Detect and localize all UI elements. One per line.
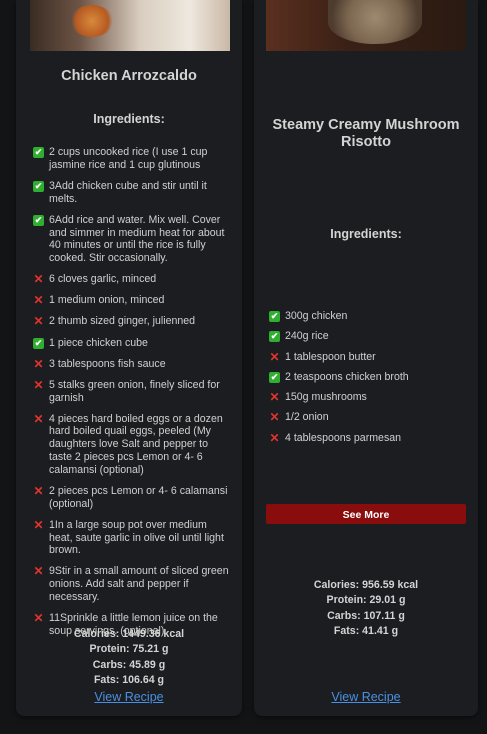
recipe-card: Chicken Arrozcaldo Ingredients: ✔ 2 cups … xyxy=(16,0,242,716)
fats-text: Fats: 41.41 g xyxy=(333,624,399,637)
ingredient-text: 2 thumb sized ginger, julienned xyxy=(49,315,196,328)
recipe-image xyxy=(266,0,466,51)
ingredient-text: 2 cups uncooked rice (I use 1 cup jasmin… xyxy=(49,146,208,171)
ingredient-item: ✕ 1/2 onion xyxy=(269,411,469,424)
ingredient-item: ✕ 4 tablespoons parmesan xyxy=(269,432,469,445)
recipe-title: Chicken Arrozcaldo xyxy=(61,68,197,84)
ingredients-list: ✔ 2 cups uncooked rice (I use 1 cup jasmi… xyxy=(33,146,233,646)
see-more-button[interactable]: See More xyxy=(266,504,466,524)
ingredient-text: 300g chicken xyxy=(285,310,348,322)
ingredient-item: ✔ 300g chicken xyxy=(269,310,469,323)
checkmark-icon: ✔ xyxy=(269,311,280,322)
cross-icon: ✕ xyxy=(33,611,44,626)
checkmark-icon: ✔ xyxy=(269,371,280,383)
ingredient-text: 4 pieces hard boiled eggs or a dozen har… xyxy=(49,412,223,476)
cross-icon: ✕ xyxy=(269,410,280,425)
protein-text: Protein: 29.01 g xyxy=(326,594,406,607)
ingredient-item: ✕ 4 pieces hard boiled eggs or a dozen ha… xyxy=(33,413,233,477)
ingredient-text: 4 tablespoons parmesan xyxy=(285,431,402,444)
ingredient-text: 1 tablespoon butter xyxy=(285,350,376,363)
carbs-text: Carbs: 107.11 g xyxy=(327,609,405,622)
ingredient-item: ✕ 9Stir in a small amount of sliced green… xyxy=(33,565,233,603)
ingredient-item: ✕ 150g mushrooms xyxy=(269,391,469,404)
ingredient-text: 1 piece chicken cube xyxy=(49,336,148,349)
ingredient-text: 6Add rice and water. Mix well. Cover and… xyxy=(49,213,225,265)
ingredient-item: ✔ 6Add rice and water. Mix well. Cover an… xyxy=(33,214,233,265)
calories-text: Calories: 956.59 kcal xyxy=(313,579,419,591)
ingredient-item: ✕ 5 stalks green onion, finely sliced for… xyxy=(33,379,233,405)
cross-icon: ✕ xyxy=(33,411,44,426)
ingredient-text: 150g mushrooms xyxy=(285,391,367,404)
ingredient-text: 3Add chicken cube and stir until it melt… xyxy=(49,179,207,205)
ingredient-text: 2 teaspoons chicken broth xyxy=(285,370,409,383)
ingredient-text: 6 cloves garlic, minced xyxy=(49,273,157,286)
ingredient-item: ✕ 1 medium onion, minced xyxy=(33,294,233,307)
ingredient-text: 1 medium onion, minced xyxy=(49,294,165,307)
ingredient-text: 2 pieces pcs Lemon or 4- 6 calamansi (op… xyxy=(49,484,228,510)
cross-icon: ✕ xyxy=(33,377,44,392)
ingredient-item: ✕ 2 pieces pcs Lemon or 4- 6 calamansi (o… xyxy=(33,485,233,511)
nutrition-facts: Calories: 1449.36 kcal Protein: 75.21 g … xyxy=(16,627,242,688)
cross-icon: ✕ xyxy=(33,272,44,287)
ingredient-item: ✕ 3 tablespoons fish sauce xyxy=(33,358,233,371)
view-recipe-link[interactable]: View Recipe xyxy=(254,690,478,704)
ingredient-item: ✔ 240g rice xyxy=(269,330,469,343)
ingredient-item: ✕ 1 tablespoon butter xyxy=(269,351,469,364)
cross-icon: ✕ xyxy=(33,356,44,371)
fats-text: Fats: 106.64 g xyxy=(93,673,165,686)
cross-icon: ✕ xyxy=(33,517,44,532)
ingredient-item: ✔ 1 piece chicken cube xyxy=(33,337,233,350)
ingredients-list: ✔ 300g chicken ✔ 240g rice ✕ 1 tablespoon but… xyxy=(269,310,469,452)
carbs-text: Carbs: 45.89 g xyxy=(92,658,166,671)
ingredient-text: 1In a large soup pot over medium heat, s… xyxy=(49,518,224,557)
ingredient-text: 3 tablespoons fish sauce xyxy=(49,357,166,370)
recipe-image xyxy=(30,0,230,51)
ingredients-heading: Ingredients: xyxy=(330,227,402,241)
ingredient-item: ✕ 1In a large soup pot over medium heat, … xyxy=(33,519,233,557)
ingredient-item: ✔ 2 cups uncooked rice (I use 1 cup jasmi… xyxy=(33,146,233,172)
ingredient-text: 240g rice xyxy=(285,330,329,343)
protein-text: Protein: 75.21 g xyxy=(89,643,169,656)
checkmark-icon: ✔ xyxy=(33,337,44,349)
ingredient-text: 9Stir in a small amount of sliced green … xyxy=(49,565,229,604)
cross-icon: ✕ xyxy=(33,483,44,498)
cross-icon: ✕ xyxy=(33,314,44,329)
ingredient-text: 5 stalks green onion, finely sliced for … xyxy=(49,378,220,404)
nutrition-facts: Calories: 956.59 kcal Protein: 29.01 g C… xyxy=(254,578,478,639)
recipe-card: Steamy Creamy Mushroom Risotto Ingredien… xyxy=(254,0,478,716)
ingredient-item: ✕ 6 cloves garlic, minced xyxy=(33,273,233,286)
checkmark-icon: ✔ xyxy=(33,214,44,226)
checkmark-icon: ✔ xyxy=(269,331,280,343)
recipe-title: Steamy Creamy Mushroom Risotto xyxy=(272,117,460,150)
ingredient-item: ✕ 2 thumb sized ginger, julienned xyxy=(33,315,233,328)
ingredient-text: 1/2 onion xyxy=(285,411,329,424)
checkmark-icon: ✔ xyxy=(33,147,44,158)
cross-icon: ✕ xyxy=(269,390,280,405)
ingredient-item: ✔ 3Add chicken cube and stir until it mel… xyxy=(33,180,233,206)
view-recipe-link[interactable]: View Recipe xyxy=(16,690,242,704)
cross-icon: ✕ xyxy=(269,349,280,364)
cross-icon: ✕ xyxy=(269,430,280,445)
cross-icon: ✕ xyxy=(33,293,44,308)
calories-text: Calories: 1449.36 kcal xyxy=(73,628,185,640)
ingredients-heading: Ingredients: xyxy=(93,112,165,126)
checkmark-icon: ✔ xyxy=(33,180,44,192)
ingredient-item: ✔ 2 teaspoons chicken broth xyxy=(269,371,469,384)
cross-icon: ✕ xyxy=(33,564,44,579)
